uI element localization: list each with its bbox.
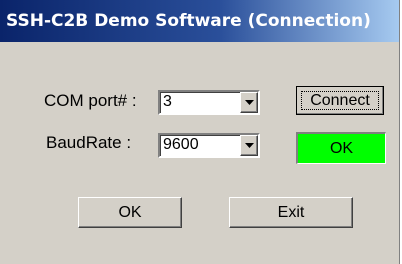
chevron-down-icon (245, 100, 254, 105)
connection-status-text: OK (329, 140, 354, 157)
ok-button[interactable]: OK (78, 197, 182, 228)
connect-button[interactable]: Connect (296, 86, 384, 115)
exit-button[interactable]: Exit (229, 197, 353, 228)
baud-rate-value: 9600 (163, 136, 199, 153)
window-title: SSH-C2B Demo Software (Connection) (6, 11, 371, 31)
connection-status-indicator: OK (296, 132, 386, 164)
connection-dialog: SSH-C2B Demo Software (Connection) COM p… (0, 0, 400, 264)
baud-rate-select[interactable]: 9600 (158, 133, 260, 158)
exit-button-label: Exit (277, 204, 305, 221)
connect-button-label: Connect (310, 92, 370, 109)
title-bar[interactable]: SSH-C2B Demo Software (Connection) (0, 0, 399, 42)
baud-rate-label: BaudRate : (46, 133, 132, 152)
com-port-select[interactable]: 3 (158, 90, 260, 115)
chevron-down-icon (245, 143, 254, 148)
baud-rate-dropdown-button[interactable] (240, 135, 258, 156)
com-port-value: 3 (163, 93, 172, 110)
com-port-dropdown-button[interactable] (240, 92, 258, 113)
com-port-label: COM port# : (44, 91, 137, 110)
ok-button-label: OK (118, 204, 142, 221)
